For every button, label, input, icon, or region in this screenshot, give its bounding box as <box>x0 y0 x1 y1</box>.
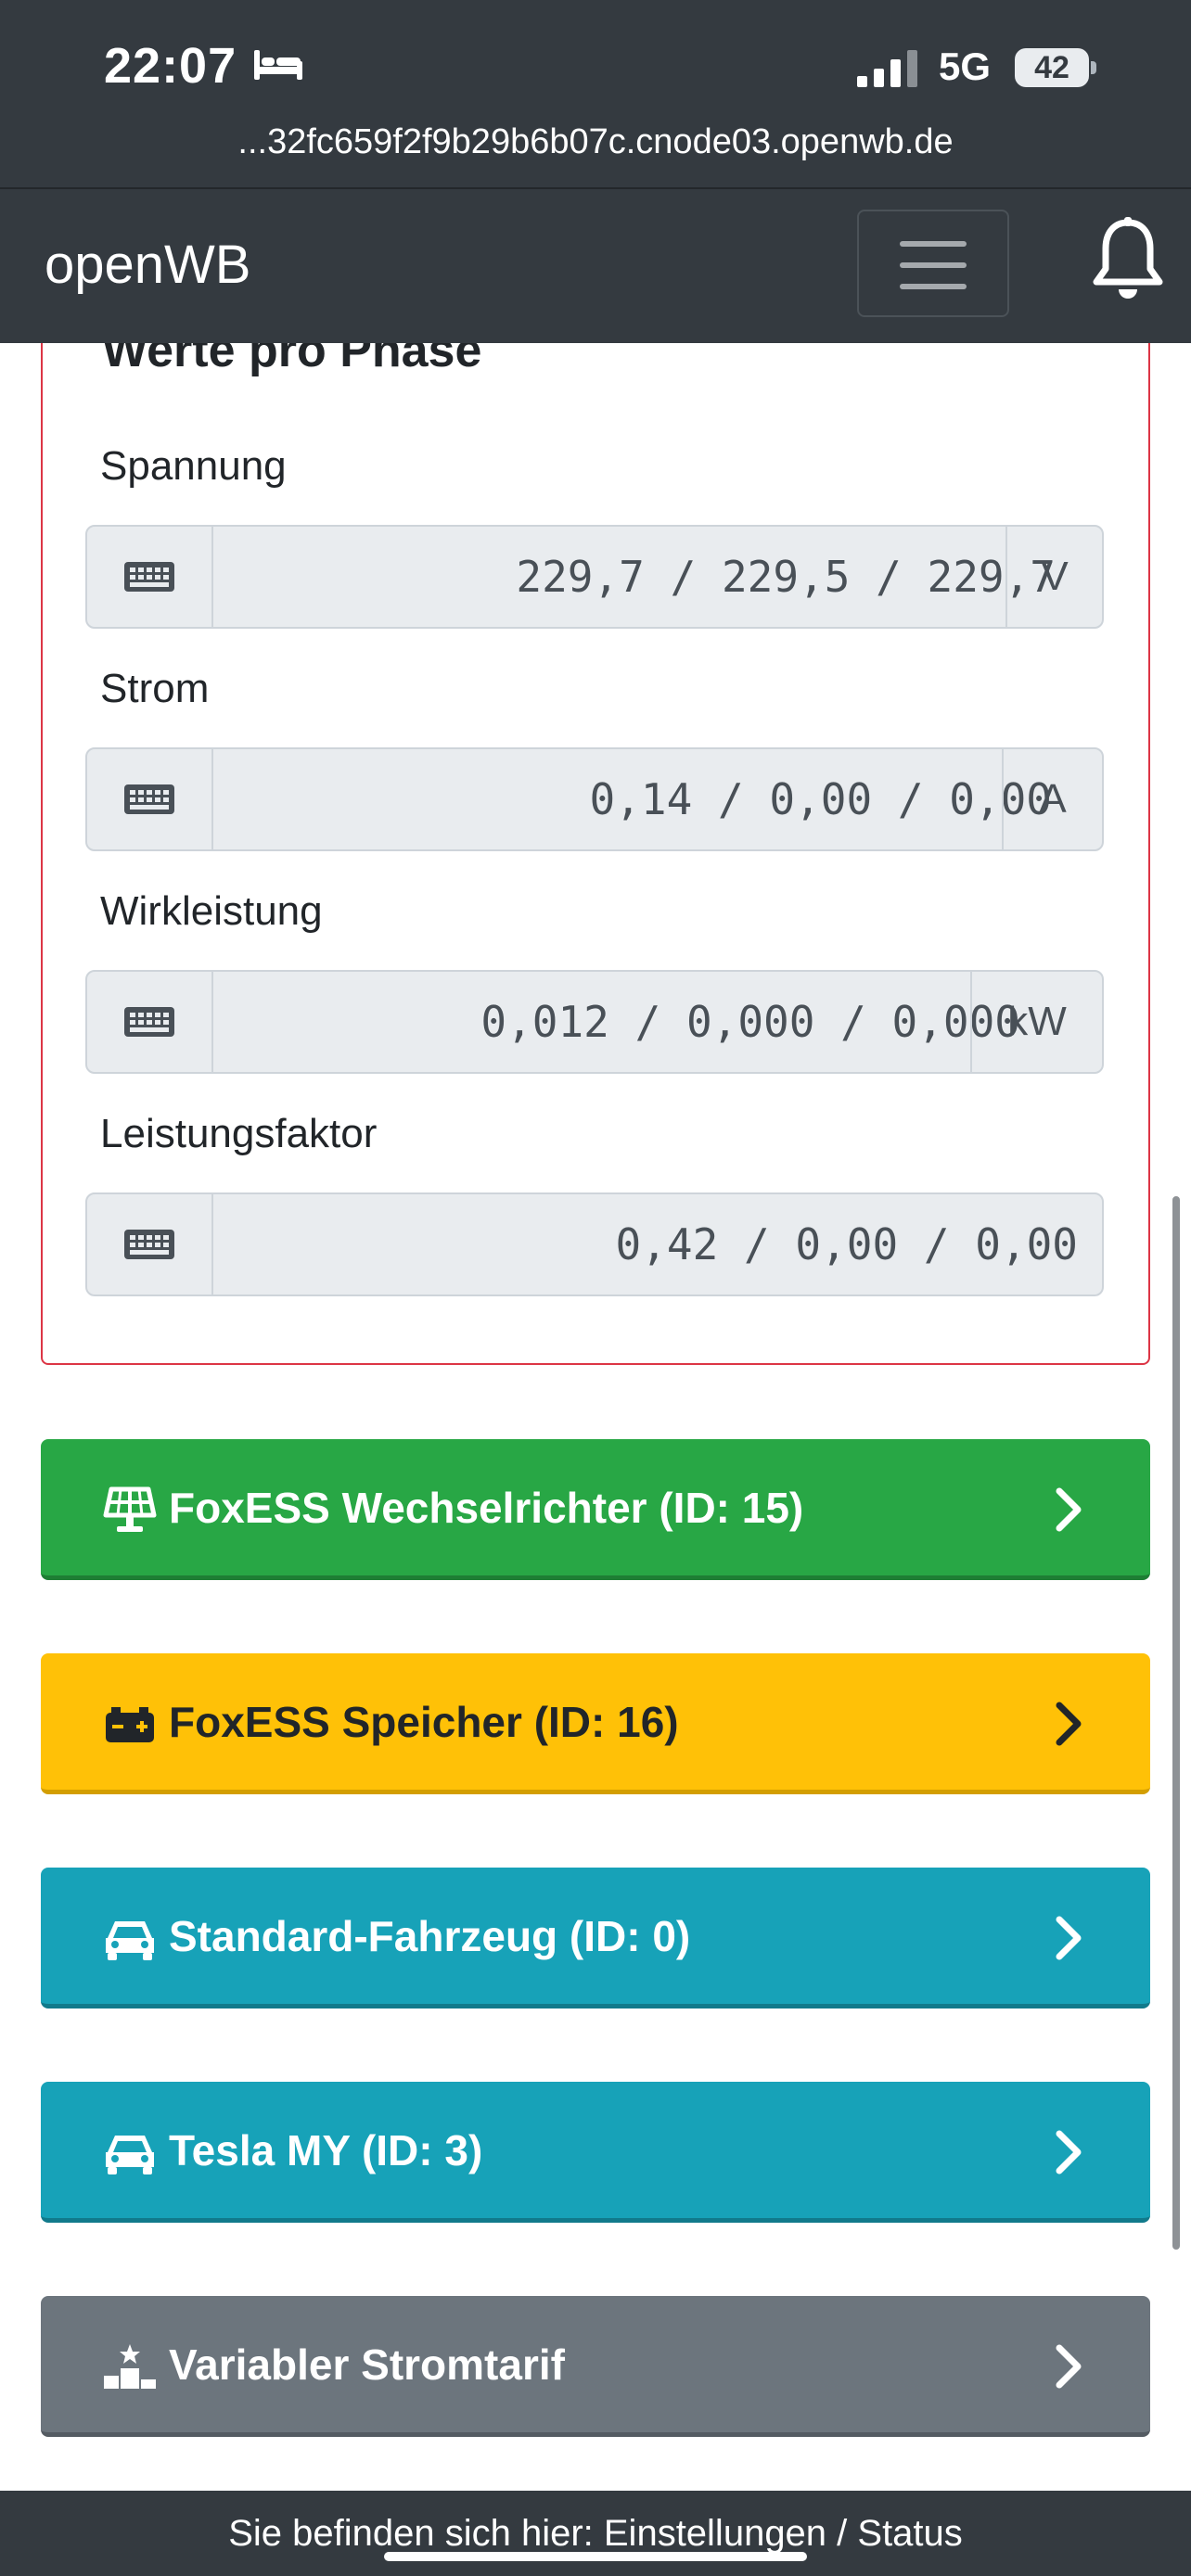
car-icon <box>106 2136 154 2174</box>
component-label: Variabler Stromtarif <box>169 2340 565 2389</box>
wirkleistung-field: 0,012 / 0,000 / 0,000 kW <box>85 970 1104 1074</box>
component-button-stromtarif[interactable]: Variabler Stromtarif <box>41 2296 1150 2437</box>
component-button-tesla[interactable]: Tesla MY (ID: 3) <box>41 2082 1150 2223</box>
leistungsfaktor-field: 0,42 / 0,00 / 0,00 <box>85 1192 1104 1296</box>
leistungsfaktor-value: 0,42 / 0,00 / 0,00 <box>615 1219 1079 1269</box>
field-label-wirkleistung: Wirkleistung <box>100 888 323 934</box>
component-label: Tesla MY (ID: 3) <box>169 2126 483 2174</box>
keyboard-icon <box>87 527 213 627</box>
footer-breadcrumb: Sie befinden sich hier: Einstellungen / … <box>0 2491 1191 2576</box>
car-icon <box>106 1921 154 1960</box>
spannung-field: 229,7 / 229,5 / 229,7 V <box>85 525 1104 629</box>
navbar: openWB <box>0 187 1191 343</box>
home-indicator[interactable] <box>384 2552 807 2561</box>
field-label-leistungsfaktor: Leistungsfaktor <box>100 1111 378 1156</box>
strom-unit: A <box>1002 749 1102 849</box>
chevron-right-icon <box>1056 1487 1082 1532</box>
keyboard-icon <box>87 749 213 849</box>
component-label: Standard-Fahrzeug (ID: 0) <box>169 1912 691 1960</box>
wirkleistung-unit: kW <box>970 972 1102 1072</box>
ios-status-bar: 22:07 5G 42 ...32fc659f2f9b29b6b07c.cnod… <box>0 0 1191 187</box>
component-button-standard-fahrzeug[interactable]: Standard-Fahrzeug (ID: 0) <box>41 1868 1150 2009</box>
bed-icon <box>254 50 302 80</box>
battery-icon: 42 <box>1015 48 1096 87</box>
menu-toggle-button[interactable] <box>857 210 1009 317</box>
field-label-spannung: Spannung <box>100 443 287 489</box>
chevron-right-icon <box>1056 2130 1082 2174</box>
spannung-unit: V <box>1005 527 1102 627</box>
solar-panel-icon <box>103 1486 157 1532</box>
keyboard-icon <box>87 1194 213 1294</box>
chevron-right-icon <box>1056 1702 1082 1746</box>
component-label: FoxESS Speicher (ID: 16) <box>169 1698 679 1746</box>
brand-logo[interactable]: openWB <box>45 234 250 296</box>
spannung-value: 229,7 / 229,5 / 229,7 <box>516 552 1056 602</box>
breadcrumb-text: Sie befinden sich hier: Einstellungen / … <box>228 2513 963 2554</box>
chevron-right-icon <box>1056 1916 1082 1960</box>
component-button-speicher[interactable]: FoxESS Speicher (ID: 16) <box>41 1653 1150 1794</box>
network-type: 5G <box>939 45 992 88</box>
bell-icon[interactable] <box>1091 217 1165 300</box>
strom-field: 0,14 / 0,00 / 0,00 A <box>85 747 1104 851</box>
keyboard-icon <box>87 972 213 1072</box>
car-battery-icon <box>106 1707 154 1742</box>
scrollbar[interactable] <box>1172 1196 1180 2250</box>
wirkleistung-value: 0,012 / 0,000 / 0,000 <box>480 997 1020 1047</box>
url-bar[interactable]: ...32fc659f2f9b29b6b07c.cnode03.openwb.d… <box>0 122 1191 162</box>
ranking-star-icon <box>104 2344 156 2389</box>
clock: 22:07 <box>104 38 237 94</box>
chevron-right-icon <box>1056 2344 1082 2389</box>
component-label: FoxESS Wechselrichter (ID: 15) <box>169 1484 804 1532</box>
field-label-strom: Strom <box>100 666 210 711</box>
signal-icon <box>857 50 917 87</box>
component-button-wechselrichter[interactable]: FoxESS Wechselrichter (ID: 15) <box>41 1439 1150 1580</box>
strom-value: 0,14 / 0,00 / 0,00 <box>589 774 1053 824</box>
